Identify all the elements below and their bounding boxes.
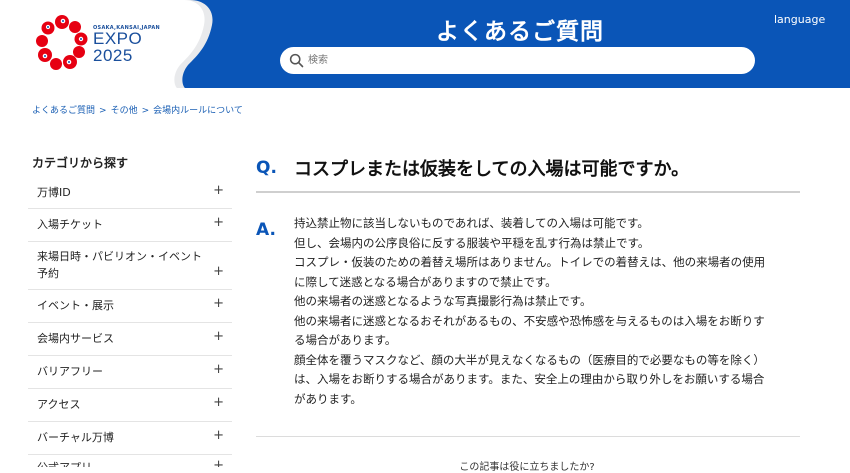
answer-line: に際して迷惑となる場合がありますので禁止です。 xyxy=(294,274,557,289)
plus-icon: + xyxy=(213,215,224,230)
question-divider xyxy=(256,191,800,193)
sidebar-item-label: 会場内サービス xyxy=(37,332,114,345)
sidebar-item-access[interactable]: アクセス + xyxy=(28,389,232,422)
sidebar-item-tickets[interactable]: 入場チケット + xyxy=(28,209,232,242)
logo-panel: OSAKA,KANSAI,JAPAN EXPO 2025 xyxy=(0,0,235,88)
breadcrumb-link-venue-rules[interactable]: 会場内ルールについて xyxy=(153,106,243,116)
plus-icon: + xyxy=(213,296,224,311)
sidebar-item-label: 予約 xyxy=(37,267,59,280)
sidebar-item-expo-id[interactable]: 万博ID + xyxy=(28,176,232,209)
sidebar-item-label: 入場チケット xyxy=(37,218,103,231)
feedback-prompt: この記事は役に立ちましたか? xyxy=(459,462,595,473)
plus-icon: + xyxy=(213,264,224,279)
page-title: よくあるご質問 xyxy=(436,19,604,45)
answer-divider xyxy=(256,436,800,437)
breadcrumb-link-faq[interactable]: よくあるご質問 xyxy=(32,106,95,116)
answer-line: 顔全体を覆うマスクなど、顔の大半が見えなくなるもの（医療目的で必要なもの等を除く… xyxy=(294,352,765,367)
sidebar-item-label: 万博ID xyxy=(37,186,71,199)
answer-line: 持込禁止物に該当しないものであれば、装着しての入場は可能です。 xyxy=(294,216,649,230)
answer-line: 但し、会場内の公序良俗に反する服装や平穏を乱す行為は禁止です。 xyxy=(294,235,650,250)
search-bar[interactable] xyxy=(280,47,755,74)
sidebar-item-label: バーチャル万博 xyxy=(37,431,114,444)
breadcrumb-link-other[interactable]: その他 xyxy=(111,106,138,116)
search-icon xyxy=(289,53,304,68)
answer-line: があります。 xyxy=(294,391,362,406)
plus-icon: + xyxy=(213,362,224,377)
question-marker: Q. xyxy=(256,158,277,178)
answer-line: る場合があります。 xyxy=(294,333,397,347)
answer-line: 他の来場者の迷惑となるような写真撮影行為は禁止です。 xyxy=(294,294,592,308)
logo-year-text: 2025 xyxy=(93,46,133,65)
answer-line: コスプレ・仮装のための着替え場所はありません。トイレでの着替えは、他の来場者の使… xyxy=(294,255,766,269)
answer-body: 持込禁止物に該当しないものであれば、装着しての入場は可能です。 但し、会場内の公… xyxy=(294,214,804,409)
plus-icon: + xyxy=(213,183,224,198)
answer-line: は、入場をお断りする場合があります。また、安全上の理由から取り外しをお願いする場… xyxy=(294,372,765,386)
plus-icon: + xyxy=(213,329,224,344)
sidebar-title: カテゴリから探す xyxy=(32,156,129,170)
breadcrumb-separator: > xyxy=(99,106,107,116)
answer-marker: A. xyxy=(256,220,276,240)
plus-icon: + xyxy=(213,395,224,410)
language-link[interactable]: language xyxy=(774,13,825,26)
breadcrumb-separator: > xyxy=(141,106,150,116)
sidebar-item-accessibility[interactable]: バリアフリー + xyxy=(28,356,232,389)
sidebar-item-services[interactable]: 会場内サービス + xyxy=(28,323,232,356)
sidebar-item-events[interactable]: イベント・展示 + xyxy=(28,290,232,323)
breadcrumb: よくあるご質問 > その他 > 会場内ルールについて xyxy=(32,103,243,116)
expo-logo-icon[interactable] xyxy=(36,14,88,72)
answer-line: 他の来場者に迷惑となるおそれがあるもの、不安感や恐怖感を与えるものは入場をお断り… xyxy=(294,313,765,328)
plus-icon: + xyxy=(213,428,224,443)
sidebar-item-label: バリアフリー xyxy=(37,365,103,378)
sidebar-item-virtual-expo[interactable]: バーチャル万博 + xyxy=(28,422,232,455)
question-title: コスプレまたは仮装をしての入場は可能ですか。 xyxy=(294,159,690,180)
sidebar-item-reservations[interactable]: 来場日時・パビリオン・イベント 予約 + xyxy=(28,242,232,290)
sidebar-item-label: アクセス xyxy=(37,398,81,411)
search-input[interactable] xyxy=(308,47,738,74)
sidebar-item-label: 来場日時・パビリオン・イベント xyxy=(37,250,202,263)
site-header: OSAKA,KANSAI,JAPAN EXPO 2025 よくあるご質問 lan… xyxy=(0,0,850,88)
sidebar-item-label: イベント・展示 xyxy=(37,299,114,312)
